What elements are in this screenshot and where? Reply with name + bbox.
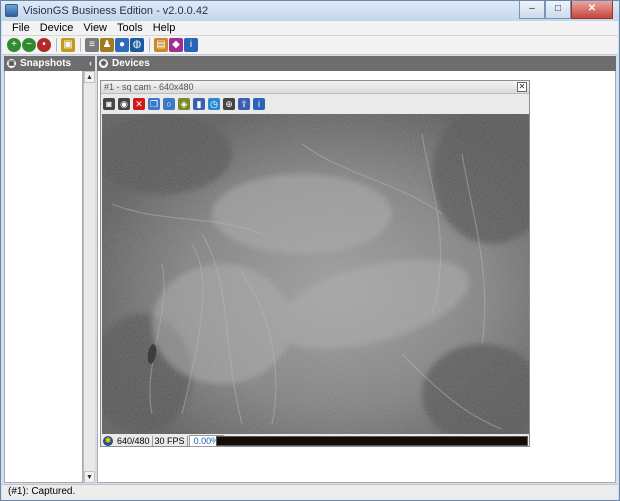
- menu-tools[interactable]: Tools: [112, 22, 148, 35]
- remove-device-icon[interactable]: −: [22, 38, 36, 52]
- activity-meter: [216, 436, 528, 446]
- devices-title: Devices: [112, 58, 150, 69]
- report-icon[interactable]: ▤: [154, 38, 168, 52]
- video-frame: [102, 114, 529, 434]
- globe-icon[interactable]: ◍: [130, 38, 144, 52]
- window-title: VisionGS Business Edition - v2.0.0.42: [23, 5, 209, 17]
- minimize-button[interactable]: –: [519, 1, 545, 19]
- scale-icon[interactable]: ♟: [100, 38, 114, 52]
- snapshots-icon: ▣: [7, 59, 16, 68]
- delete-icon[interactable]: ✕: [133, 97, 145, 110]
- camera-status-bar: ✱ 640/480 30 FPS 0.00%: [102, 435, 529, 447]
- camera-title: #1 - sq cam - 640x480: [104, 82, 194, 92]
- resolution-readout: 640/480: [115, 436, 153, 446]
- document-icon[interactable]: ≡: [85, 38, 99, 52]
- toolbar-separator: [80, 38, 81, 52]
- menu-help[interactable]: Help: [148, 22, 181, 35]
- toolbar-separator: [149, 38, 150, 52]
- fps-readout: 30 FPS: [153, 436, 188, 446]
- toolbar-separator: [56, 38, 57, 52]
- upload-icon[interactable]: ⇪: [238, 97, 250, 110]
- scroll-down-arrow-icon[interactable]: ▼: [84, 471, 95, 483]
- webcam-icon[interactable]: ◉: [118, 97, 130, 110]
- menu-bar: File Device View Tools Help: [2, 21, 618, 36]
- camera-toolbar: ◙ ◉ ✕ ❐ ○ ◈ ▮ ◷ ⊕ ⇪ i: [103, 96, 268, 111]
- app-icon[interactable]: [5, 4, 18, 17]
- schedule-icon[interactable]: ◷: [208, 97, 220, 110]
- camera-video-feed: [102, 114, 529, 434]
- camera-title-bar[interactable]: #1 - sq cam - 640x480 ✕: [101, 81, 529, 94]
- network-icon[interactable]: ⊕: [223, 97, 235, 110]
- app-window: VisionGS Business Edition - v2.0.0.42 – …: [0, 0, 620, 501]
- menu-file[interactable]: File: [7, 22, 35, 35]
- motion-detect-icon[interactable]: ◈: [178, 97, 190, 110]
- maximize-button[interactable]: □: [545, 1, 571, 19]
- record-icon[interactable]: ▮: [193, 97, 205, 110]
- title-bar[interactable]: VisionGS Business Edition - v2.0.0.42 – …: [1, 1, 619, 21]
- menu-device[interactable]: Device: [35, 22, 79, 35]
- device-settings-icon[interactable]: •: [37, 38, 51, 52]
- close-button[interactable]: ✕: [571, 1, 613, 19]
- info-icon[interactable]: i: [184, 38, 198, 52]
- main-toolbar: + − • ▣ ≡ ♟ ● ◍ ▤ ◆ i: [2, 36, 618, 55]
- camera-group-icon[interactable]: ●: [115, 38, 129, 52]
- info-icon[interactable]: i: [253, 97, 265, 110]
- copy-icon[interactable]: ❐: [148, 97, 160, 110]
- folder-icon[interactable]: ▣: [61, 38, 75, 52]
- devices-header: ◉ Devices: [97, 56, 616, 71]
- scroll-up-arrow-icon[interactable]: ▲: [84, 71, 95, 83]
- caption-buttons: – □ ✕: [519, 1, 613, 19]
- menu-view[interactable]: View: [78, 22, 112, 35]
- add-device-icon[interactable]: +: [7, 38, 21, 52]
- book-icon[interactable]: ◆: [169, 38, 183, 52]
- camera-icon[interactable]: ◙: [103, 97, 115, 110]
- status-badge-icon: ✱: [103, 436, 113, 446]
- snapshots-header: ▣ Snapshots ‹: [4, 56, 95, 71]
- snapshots-scrollbar[interactable]: ▲ ▼: [83, 71, 95, 483]
- chat-icon[interactable]: ○: [163, 97, 175, 110]
- status-bar: (#1): Captured.: [2, 484, 618, 500]
- camera-close-button[interactable]: ✕: [517, 82, 527, 92]
- camera-window[interactable]: #1 - sq cam - 640x480 ✕ ◙ ◉ ✕ ❐ ○ ◈ ▮ ◷ ⊕ ⇪ i: [100, 80, 530, 447]
- collapse-arrow-icon[interactable]: ‹: [89, 58, 92, 68]
- devices-icon: ◉: [99, 59, 108, 68]
- snapshots-title: Snapshots: [20, 58, 72, 69]
- snapshots-panel[interactable]: [4, 71, 83, 483]
- status-text: (#1): Captured.: [8, 486, 76, 497]
